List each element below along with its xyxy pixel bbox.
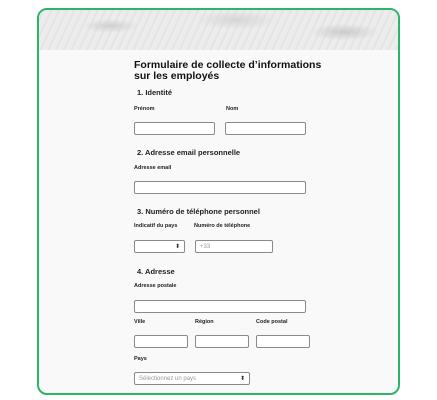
country-code-select[interactable]: ⬍ (134, 240, 185, 253)
form-title: Formulaire de collecte d’informations su… (134, 59, 322, 82)
section-address-heading: 4. Adresse (137, 267, 175, 276)
phone-label: Numéro de téléphone (194, 223, 251, 229)
country-code-label: Indicatif du pays (134, 223, 178, 229)
first-name-input[interactable] (134, 122, 215, 135)
phone-input[interactable]: +33 (195, 240, 273, 253)
updown-arrow-icon: ⬍ (239, 376, 245, 382)
region-input[interactable] (195, 335, 249, 348)
section-identity-heading: 1. Identité (137, 88, 173, 97)
zip-input[interactable] (256, 335, 310, 348)
region-label: Région (195, 319, 214, 325)
first-name-label: Prénom (134, 106, 155, 112)
country-select-placeholder: Sélectionnez un pays (139, 376, 197, 382)
updown-arrow-icon: ⬍ (174, 244, 180, 250)
header-banner (39, 10, 398, 50)
last-name-label: Nom (226, 106, 239, 112)
last-name-input[interactable] (225, 122, 306, 135)
form-frame: Formulaire de collecte d’informations su… (37, 8, 400, 395)
city-input[interactable] (134, 335, 188, 348)
city-label: Ville (134, 319, 146, 325)
country-select[interactable]: Sélectionnez un pays ⬍ (134, 372, 250, 385)
section-email-heading: 2. Adresse email personnelle (137, 148, 241, 157)
email-input[interactable] (134, 181, 306, 194)
email-label: Adresse email (134, 165, 172, 171)
postal-address-label: Adresse postale (134, 283, 177, 289)
country-label: Pays (134, 356, 147, 362)
section-phone-heading: 3. Numéro de téléphone personnel (137, 207, 260, 216)
postal-address-input[interactable] (134, 300, 306, 313)
zip-label: Code postal (256, 319, 288, 325)
